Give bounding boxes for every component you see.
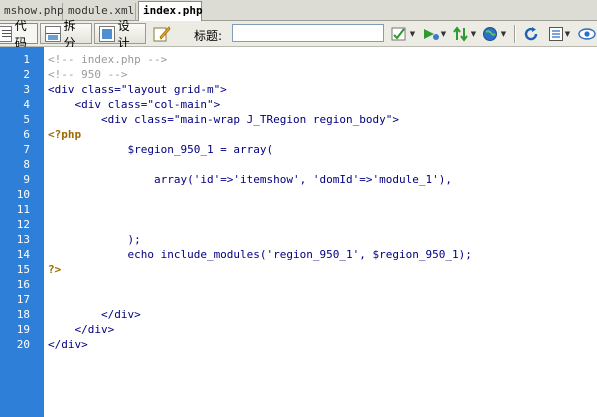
validate-icon: [391, 27, 406, 41]
code-line[interactable]: <!-- index.php -->: [48, 52, 167, 67]
code-editor[interactable]: <!-- index.php --> <!-- 950 --> <div class…: [48, 47, 597, 417]
code-line[interactable]: </div>: [48, 337, 88, 352]
line-number: 13: [16, 233, 30, 246]
title-label: 标题:: [194, 29, 223, 43]
split-view-label: 拆分: [63, 18, 76, 50]
line-number: 19: [16, 323, 30, 336]
line-number: 17: [16, 293, 30, 306]
code-line[interactable]: </div>: [48, 307, 141, 322]
refresh-icon: [524, 27, 538, 41]
tab-index-php[interactable]: index.php: [138, 1, 203, 21]
live-view-icon[interactable]: [152, 24, 172, 44]
line-number: 6: [23, 128, 30, 141]
line-number: 2: [23, 68, 30, 81]
preview-icon: [423, 29, 439, 40]
line-number: 20: [16, 338, 30, 351]
split-view-button[interactable]: 拆分: [40, 19, 92, 50]
line-number: 10: [16, 188, 30, 201]
code-line[interactable]: array('id'=>'itemshow', 'domId'=>'module…: [48, 172, 452, 187]
preview-button[interactable]: ▼: [421, 24, 447, 44]
code-line[interactable]: );: [48, 232, 140, 247]
code-line[interactable]: <div class="col-main">: [48, 97, 220, 112]
design-view-label: 设计: [117, 18, 130, 50]
line-number: 3: [23, 83, 30, 96]
validate-button[interactable]: ▼: [390, 24, 416, 44]
line-number: 4: [23, 98, 30, 111]
line-number: 12: [16, 218, 30, 231]
split-icon: [45, 25, 61, 42]
line-number: 16: [16, 278, 30, 291]
toolbar-separator: [514, 25, 516, 43]
browser-check-button[interactable]: ▼: [481, 24, 507, 44]
file-management-icon: [452, 26, 468, 42]
line-number: 8: [23, 158, 30, 171]
chevron-down-icon: ▼: [470, 30, 477, 38]
chevron-down-icon: ▼: [440, 30, 447, 38]
line-number: 7: [23, 143, 30, 156]
browser-check-icon: [482, 27, 497, 41]
chevron-down-icon: ▼: [500, 30, 507, 38]
line-number: 14: [16, 248, 30, 261]
chevron-down-icon: ▼: [564, 30, 571, 38]
visual-aids-button[interactable]: [576, 24, 597, 44]
refresh-button[interactable]: [520, 24, 542, 44]
view-options-button[interactable]: ▼: [546, 24, 572, 44]
code-line[interactable]: echo include_modules('region_950_1', $re…: [48, 247, 471, 262]
view-options-icon: [548, 27, 563, 41]
chevron-down-icon: ▼: [409, 30, 416, 38]
line-number: 9: [23, 173, 30, 186]
code-line[interactable]: <div class="layout grid-m">: [48, 82, 227, 97]
document-title-input[interactable]: [232, 24, 384, 42]
code-view-button[interactable]: 代码: [0, 19, 38, 50]
code-view-label: 代码: [14, 18, 27, 50]
code-line[interactable]: <!-- 950 -->: [48, 67, 127, 82]
code-icon: [0, 25, 12, 42]
line-number: 15: [16, 263, 30, 276]
line-number: 5: [23, 113, 30, 126]
line-number: 11: [16, 203, 30, 216]
visual-aids-icon: [578, 28, 596, 40]
design-view-button[interactable]: 设计: [94, 19, 146, 50]
design-icon: [99, 25, 115, 42]
line-number-gutter: 1 2 3 4 5 6 7 8 9 10 11 12 13 14 15 16 17 18 19 20: [0, 47, 44, 417]
code-line[interactable]: $region_950_1 = array(: [48, 142, 273, 157]
file-management-button[interactable]: ▼: [451, 24, 477, 44]
line-number: 18: [16, 308, 30, 321]
document-tab-bar: mshow.php module.xml index.php: [0, 0, 597, 21]
code-line[interactable]: <?php: [48, 127, 81, 142]
line-number: 1: [23, 53, 30, 66]
code-line[interactable]: <div class="main-wrap J_TRegion region_b…: [48, 112, 399, 127]
code-line[interactable]: </div>: [48, 322, 114, 337]
code-line[interactable]: ?>: [48, 262, 61, 277]
document-toolbar: 代码 拆分 设计 标题: ▼ ▼ ▼ ▼ ▼: [0, 19, 597, 50]
